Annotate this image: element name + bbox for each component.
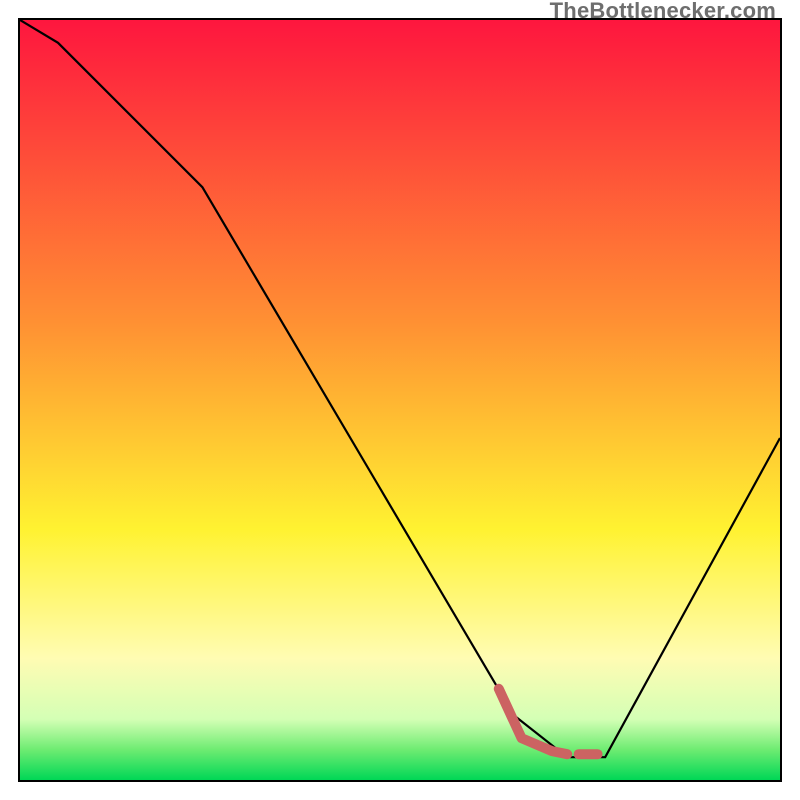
plot-svg — [20, 20, 780, 780]
plot-frame — [18, 18, 782, 782]
gradient-background — [20, 20, 780, 780]
attribution-text: TheBottlenecker.com — [550, 0, 776, 24]
